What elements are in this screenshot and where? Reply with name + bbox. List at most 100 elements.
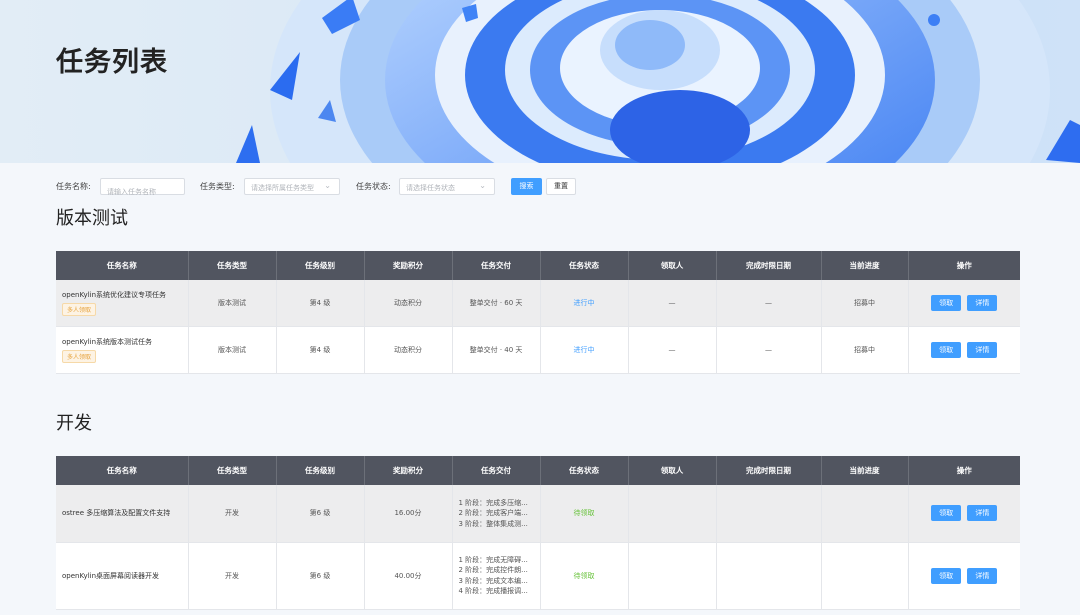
task-status-select[interactable]: 请选择任务状态 ⌄	[399, 178, 495, 195]
col-assignee: 领取人	[628, 251, 717, 280]
filter-bar: 任务名称: 任务类型: 请选择所属任务类型 ⌄ 任务状态: 请选择任务状态 ⌄ …	[0, 178, 1080, 200]
progress: 招募中	[821, 280, 909, 327]
task-name-input[interactable]	[101, 184, 184, 200]
table-header: 任务名称 任务类型 任务级别 奖励积分 任务交付 任务状态 领取人 完成时限日期…	[56, 456, 1020, 485]
task-status-label: 任务状态:	[356, 182, 391, 191]
status-badge: 进行中	[540, 326, 629, 374]
task-name-cell: openKylin系统版本测试任务 多人领取	[56, 326, 189, 374]
col-deadline: 完成时限日期	[716, 251, 822, 280]
multi-claim-badge: 多人领取	[62, 302, 97, 316]
task-type: 开发	[188, 485, 277, 543]
col-progress: 当前进度	[821, 456, 909, 485]
stage-item: 2 阶段：完成客户端...	[458, 509, 528, 517]
banner-artwork	[236, 0, 1080, 163]
task-status-placeholder: 请选择任务状态	[406, 184, 455, 192]
assignee: —	[628, 280, 717, 327]
chevron-down-icon: ⌄	[479, 181, 486, 190]
claim-button[interactable]: 领取	[931, 294, 962, 311]
col-reward-points: 奖励积分	[364, 456, 453, 485]
task-type-label: 任务类型:	[200, 182, 235, 191]
section-title-version-test: 版本测试	[56, 208, 128, 229]
task-name[interactable]: openKylin桌面屏幕阅读器开发	[62, 571, 188, 581]
progress	[821, 542, 909, 610]
stage-item: 1 阶段：完成多压缩...	[458, 498, 528, 507]
stage-item: 2 阶段：完成控件朗...	[458, 566, 528, 574]
stage-item: 3 阶段：整体集成测...	[458, 519, 528, 528]
assignee	[628, 542, 717, 610]
table-row: openKylin桌面屏幕阅读器开发 开发 第6 级 40.00分 1 阶段：完…	[56, 542, 1020, 610]
table-row: openKylin系统版本测试任务 多人领取 版本测试 第4 级 动态积分 整单…	[56, 326, 1020, 374]
multi-claim-badge: 多人领取	[62, 349, 97, 363]
chevron-down-icon: ⌄	[324, 181, 331, 190]
col-task-type: 任务类型	[188, 456, 277, 485]
reward-points: 动态积分	[364, 280, 453, 327]
actions-cell: 领取 详情	[908, 542, 1020, 610]
detail-button[interactable]: 详情	[967, 294, 998, 311]
task-level: 第4 级	[276, 280, 365, 327]
col-progress: 当前进度	[821, 251, 909, 280]
col-task-level: 任务级别	[276, 456, 365, 485]
deadline: —	[716, 280, 822, 327]
table-header: 任务名称 任务类型 任务级别 奖励积分 任务交付 任务状态 领取人 完成时限日期…	[56, 251, 1020, 280]
col-actions: 操作	[908, 251, 1020, 280]
delivery-stages: 1 阶段：完成多压缩... 2 阶段：完成客户端... 3 阶段：整体集成测..…	[452, 485, 541, 543]
col-status: 任务状态	[540, 251, 629, 280]
task-type-placeholder: 请选择所属任务类型	[251, 184, 314, 192]
col-reward-points: 奖励积分	[364, 251, 453, 280]
reward-points: 动态积分	[364, 326, 453, 374]
task-type: 版本测试	[188, 280, 277, 327]
task-table-development: 任务名称 任务类型 任务级别 奖励积分 任务交付 任务状态 领取人 完成时限日期…	[56, 456, 1020, 610]
task-table-version-test: 任务名称 任务类型 任务级别 奖励积分 任务交付 任务状态 领取人 完成时限日期…	[56, 251, 1020, 374]
search-button[interactable]: 搜索	[511, 178, 542, 195]
col-task-type: 任务类型	[188, 251, 277, 280]
reset-button[interactable]: 重置	[546, 178, 576, 195]
task-name[interactable]: openKylin系统优化建议专项任务	[62, 290, 188, 300]
task-name-cell: openKylin系统优化建议专项任务 多人领取	[56, 280, 189, 327]
page-title: 任务列表	[56, 47, 168, 78]
banner: 任务列表	[0, 0, 1080, 163]
assignee	[628, 485, 717, 543]
detail-button[interactable]: 详情	[967, 505, 998, 522]
col-actions: 操作	[908, 456, 1020, 485]
actions-cell: 领取 详情	[908, 326, 1020, 374]
task-name[interactable]: ostree 多压缩算法及配置文件支持	[62, 508, 188, 518]
assignee: —	[628, 326, 717, 374]
section-title-development: 开发	[56, 413, 92, 434]
reward-points: 16.00分	[364, 485, 453, 543]
delivery-stages: 1 阶段：完成无障碍... 2 阶段：完成控件朗... 3 阶段：完成文本编..…	[452, 542, 541, 610]
task-name-cell: ostree 多压缩算法及配置文件支持	[56, 485, 189, 543]
detail-button[interactable]: 详情	[967, 567, 998, 584]
task-type-select[interactable]: 请选择所属任务类型 ⌄	[244, 178, 340, 195]
delivery: 整单交付 · 60 天	[452, 280, 541, 327]
deadline: —	[716, 326, 822, 374]
reward-points: 40.00分	[364, 542, 453, 610]
task-name-cell: openKylin桌面屏幕阅读器开发	[56, 542, 189, 610]
status-badge: 进行中	[540, 280, 629, 327]
task-name-label: 任务名称:	[56, 182, 91, 191]
stage-item: 1 阶段：完成无障碍...	[458, 555, 528, 564]
status-badge: 待领取	[540, 542, 629, 610]
task-name[interactable]: openKylin系统版本测试任务	[62, 337, 188, 347]
stage-item: 3 阶段：完成文本编...	[458, 576, 528, 585]
claim-button[interactable]: 领取	[931, 341, 962, 358]
progress	[821, 485, 909, 543]
task-level: 第4 级	[276, 326, 365, 374]
status-badge: 待领取	[540, 485, 629, 543]
col-delivery: 任务交付	[452, 456, 541, 485]
task-level: 第6 级	[276, 485, 365, 543]
col-task-name: 任务名称	[56, 251, 189, 280]
task-name-field[interactable]	[100, 178, 185, 200]
col-delivery: 任务交付	[452, 251, 541, 280]
actions-cell: 领取 详情	[908, 485, 1020, 543]
col-task-level: 任务级别	[276, 251, 365, 280]
detail-button[interactable]: 详情	[967, 341, 998, 358]
col-task-name: 任务名称	[56, 456, 189, 485]
col-status: 任务状态	[540, 456, 629, 485]
claim-button[interactable]: 领取	[931, 505, 962, 522]
deadline	[716, 542, 822, 610]
progress: 招募中	[821, 326, 909, 374]
claim-button[interactable]: 领取	[931, 567, 962, 584]
stage-item: 4 阶段：完成播报调...	[458, 587, 528, 595]
table-row: openKylin系统优化建议专项任务 多人领取 版本测试 第4 级 动态积分 …	[56, 280, 1020, 327]
col-deadline: 完成时限日期	[716, 456, 822, 485]
